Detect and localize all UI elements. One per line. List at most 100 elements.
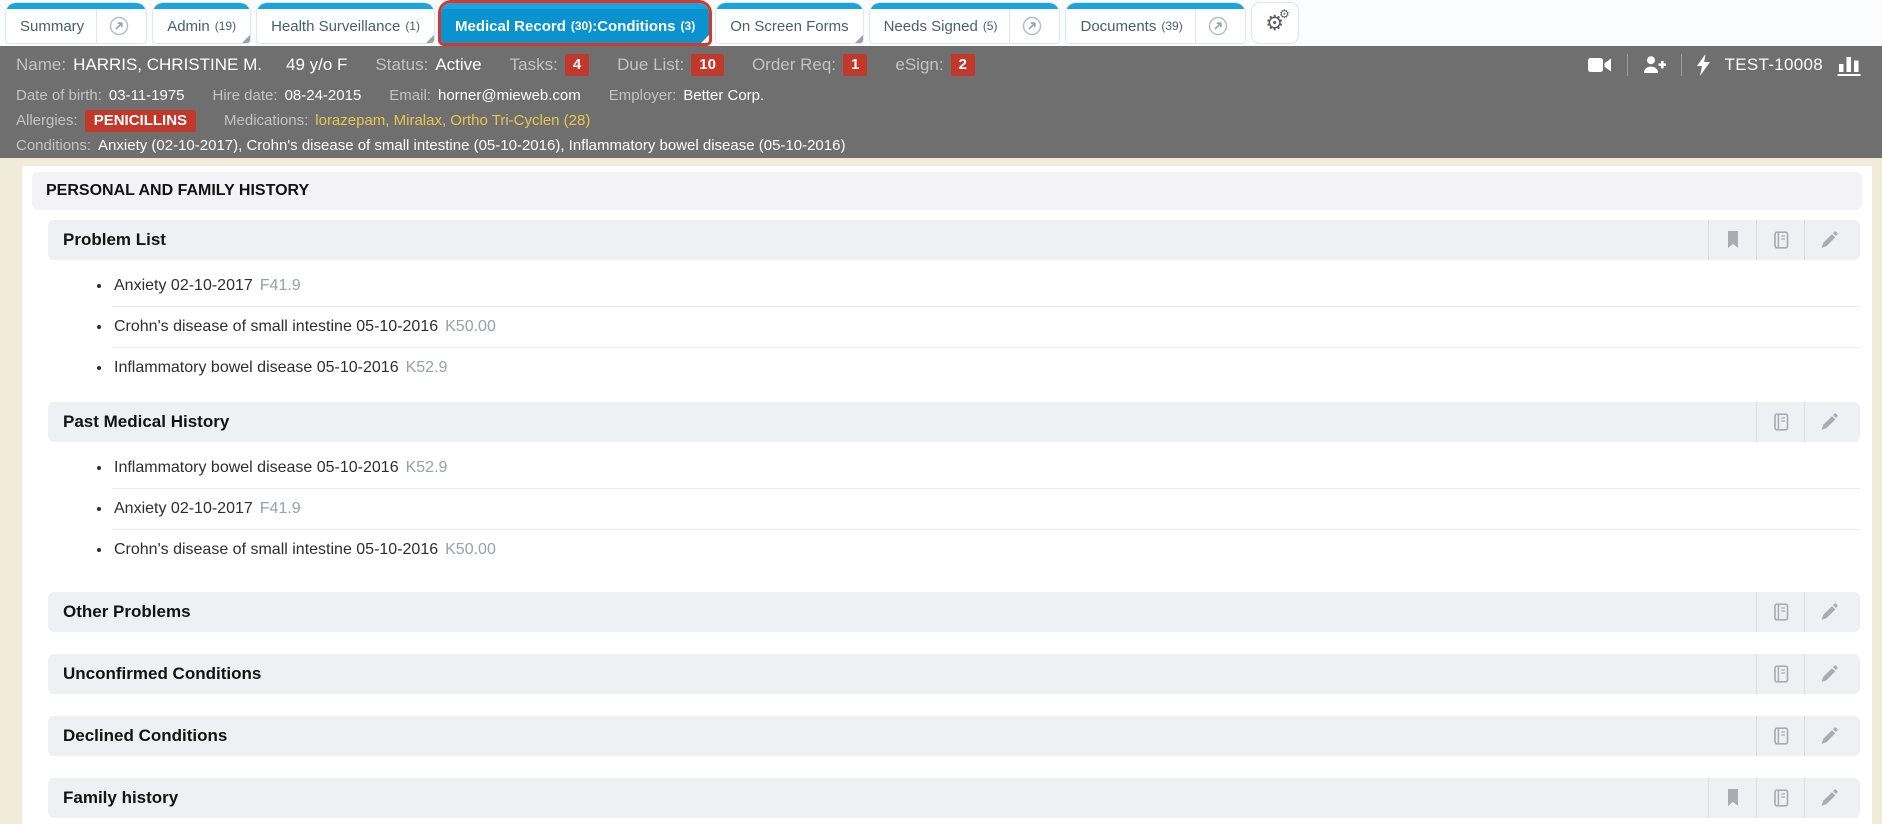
tab-label: Medical Record (454, 17, 566, 35)
tab-summary[interactable]: Summary (6, 3, 147, 43)
popout-icon[interactable] (1010, 15, 1045, 37)
medications-value[interactable]: lorazepam, Miralax, Ortho Tri-Cyclen (28… (315, 112, 590, 129)
allergy-badge[interactable]: PENICILLINS (84, 109, 197, 132)
past-medical-list: Inflammatory bowel disease 05-10-2016K52… (48, 448, 1860, 570)
tab-label: Documents (1080, 17, 1157, 35)
section-title: Declined Conditions (63, 726, 228, 745)
tab-count: (5) (982, 19, 998, 33)
station-label: TEST-10008 (1724, 54, 1823, 74)
age-sex: 49 y/o F (285, 54, 348, 74)
section-other-problems: Other Problems (48, 592, 1860, 632)
book-icon[interactable] (1756, 654, 1804, 694)
bar-chart-icon[interactable] (1837, 54, 1864, 76)
pencil-icon[interactable] (1804, 402, 1852, 442)
icd-code: K52.9 (405, 359, 448, 376)
hire-date-label: Hire date: (212, 87, 278, 104)
section-problem-list: Problem List Anxiety 02-10-2017F41.9 C (48, 220, 1860, 388)
section-title: Family history (63, 788, 179, 807)
dob-value: 03-11-1975 (108, 87, 185, 104)
tab-admin[interactable]: Admin (19) (153, 3, 251, 43)
pencil-icon[interactable] (1804, 716, 1852, 756)
popout-icon[interactable] (1196, 15, 1231, 37)
bookmark-icon[interactable] (1708, 220, 1756, 260)
video-camera-icon[interactable] (1587, 55, 1613, 75)
tasks-label: Tasks: (509, 54, 558, 74)
section-actions (1708, 778, 1852, 818)
popout-icon[interactable] (97, 15, 132, 37)
pencil-icon[interactable] (1804, 778, 1852, 818)
section-title: Other Problems (63, 602, 191, 621)
pencil-icon[interactable] (1804, 654, 1852, 694)
book-icon[interactable] (1756, 716, 1804, 756)
divider (1626, 53, 1628, 76)
content-card: PERSONAL AND FAMILY HISTORY Problem List (22, 166, 1872, 824)
tasks-badge[interactable]: 4 (564, 53, 590, 76)
lightning-icon[interactable] (1696, 53, 1711, 76)
medications-label: Medications: (224, 112, 309, 129)
conditions-label: Conditions: (16, 137, 92, 154)
book-icon[interactable] (1756, 778, 1804, 818)
problem-list: Anxiety 02-10-2017F41.9 Crohn's disease … (48, 266, 1860, 388)
patient-name-row: Name: HARRIS, CHRISTINE M. 49 y/o F Stat… (16, 46, 1866, 83)
dropdown-caret-icon (854, 35, 863, 43)
name-label: Name: (16, 54, 67, 74)
section-title: Problem List (63, 230, 166, 249)
tab-subcount: (3) (680, 19, 696, 33)
page-title: PERSONAL AND FAMILY HISTORY (32, 172, 1862, 210)
conditions-value: Anxiety (02-10-2017), Crohn's disease of… (98, 137, 846, 154)
list-item: Inflammatory bowel disease 05-10-2016K52… (112, 347, 1860, 388)
book-icon[interactable] (1756, 402, 1804, 442)
tab-label: Summary (20, 17, 85, 35)
section-actions (1756, 402, 1852, 442)
tab-health-surveillance[interactable]: Health Surveillance (1) (257, 3, 434, 43)
section-past-medical-history: Past Medical History Inflammatory bowel … (48, 402, 1860, 570)
due-list-label: Due List: (617, 54, 685, 74)
tab-on-screen-forms[interactable]: On Screen Forms (716, 3, 863, 43)
tab-bar: Summary Admin (19) Health Surveillance (… (0, 0, 1882, 46)
section-actions (1756, 716, 1852, 756)
dob-label: Date of birth: (16, 87, 102, 104)
order-req-badge[interactable]: 1 (843, 53, 868, 76)
bookmark-icon[interactable] (1708, 778, 1756, 818)
patient-name: HARRIS, CHRISTINE M. (73, 54, 262, 74)
tab-label: Admin (167, 17, 210, 35)
icd-code: K50.00 (445, 318, 496, 335)
status-label: Status: (375, 54, 429, 74)
section-header: Family history (48, 778, 1860, 818)
employer-value: Better Corp. (683, 87, 765, 104)
icd-code: K50.00 (445, 541, 496, 558)
add-user-icon[interactable] (1642, 54, 1667, 75)
pencil-icon[interactable] (1804, 592, 1852, 632)
allergies-medications-row: Allergies: PENICILLINS Medications: lora… (16, 108, 1866, 133)
patient-header: Name: HARRIS, CHRISTINE M. 49 y/o F Stat… (0, 46, 1882, 158)
tab-documents[interactable]: Documents (39) (1066, 3, 1245, 43)
section-declined-conditions: Declined Conditions (48, 716, 1860, 756)
book-icon[interactable] (1756, 592, 1804, 632)
icd-code: K52.9 (405, 459, 448, 476)
tab-needs-signed[interactable]: Needs Signed (5) (869, 3, 1060, 43)
list-item: Inflammatory bowel disease 05-10-2016K52… (112, 448, 1860, 488)
email-label: Email: (389, 87, 431, 104)
section-actions (1708, 220, 1852, 260)
settings-button[interactable]: ⚙ ⚙ (1251, 3, 1298, 43)
tab-label: Needs Signed (883, 17, 978, 35)
section-header: Other Problems (48, 592, 1860, 632)
esign-badge[interactable]: 2 (950, 53, 975, 76)
list-item: Anxiety 02-10-2017F41.9 (112, 488, 1860, 529)
section-title: Past Medical History (63, 412, 230, 431)
hire-date-value: 08-24-2015 (284, 87, 362, 104)
section-header: Past Medical History (48, 402, 1860, 442)
dropdown-caret-icon (425, 35, 434, 43)
due-list-badge[interactable]: 10 (691, 53, 724, 76)
tab-count: (19) (214, 19, 237, 33)
list-item: Crohn's disease of small intestine 05-10… (112, 306, 1860, 347)
order-req-label: Order Req: (751, 54, 837, 74)
list-item: Anxiety 02-10-2017F41.9 (112, 266, 1860, 306)
tab-medical-record-conditions[interactable]: Medical Record (30) :Conditions (3) (440, 3, 710, 43)
tab-count: (1) (405, 19, 420, 33)
pencil-icon[interactable] (1804, 220, 1852, 260)
tab-count: (30) (570, 19, 593, 33)
dropdown-caret-icon (242, 35, 251, 43)
book-icon[interactable] (1756, 220, 1804, 260)
section-header: Declined Conditions (48, 716, 1860, 756)
